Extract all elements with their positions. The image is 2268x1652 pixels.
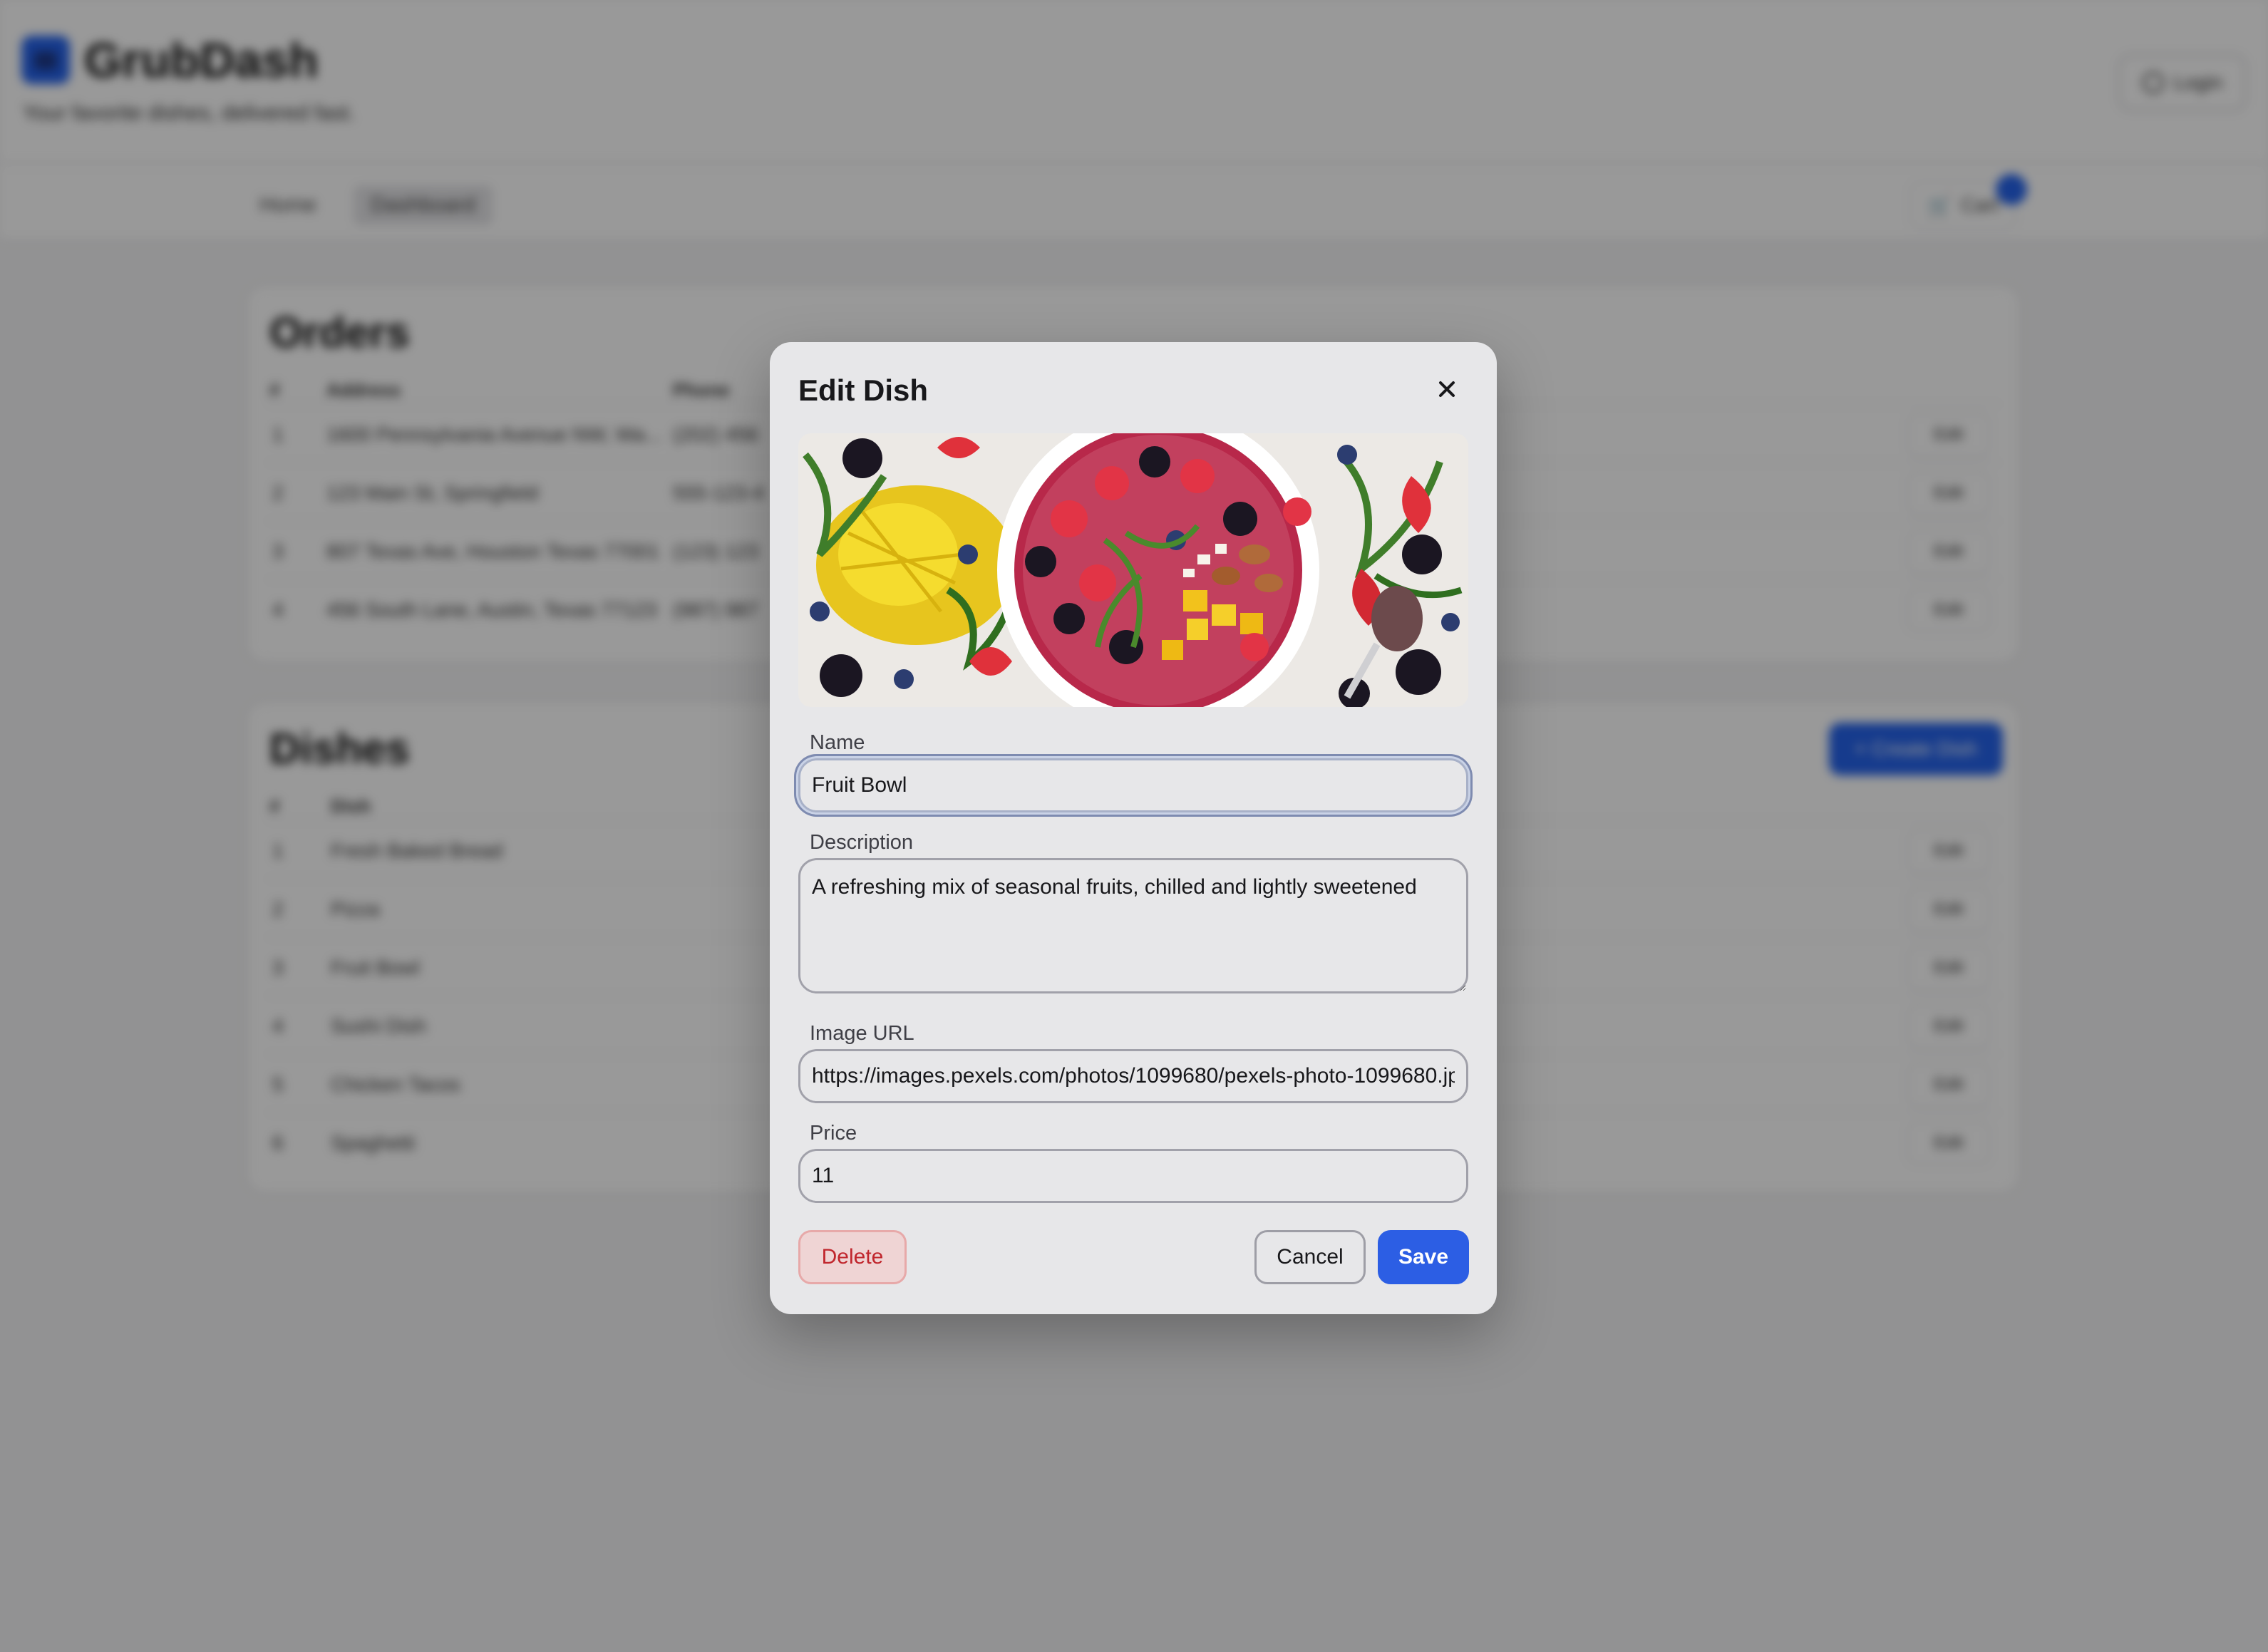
name-label: Name xyxy=(810,731,865,754)
dialog-title: Edit Dish xyxy=(798,373,929,407)
fruit-bowl-image xyxy=(798,433,1468,707)
close-icon xyxy=(1439,381,1455,397)
save-button[interactable]: Save xyxy=(1378,1230,1469,1284)
cancel-button[interactable]: Cancel xyxy=(1254,1230,1366,1284)
price-input[interactable] xyxy=(798,1149,1468,1203)
price-label: Price xyxy=(810,1122,857,1145)
description-label: Description xyxy=(810,831,914,854)
description-textarea[interactable]: A refreshing mix of seasonal fruits, chi… xyxy=(798,858,1468,993)
edit-dish-dialog: Edit Dish Name Fruit Bowl Description A … xyxy=(770,342,1497,1314)
name-input[interactable] xyxy=(798,758,1468,812)
dish-image xyxy=(798,433,1468,707)
close-button[interactable] xyxy=(1427,369,1467,409)
image-url-input[interactable] xyxy=(798,1049,1468,1103)
image-url-label: Image URL xyxy=(810,1022,914,1045)
delete-button[interactable]: Delete xyxy=(798,1230,907,1284)
